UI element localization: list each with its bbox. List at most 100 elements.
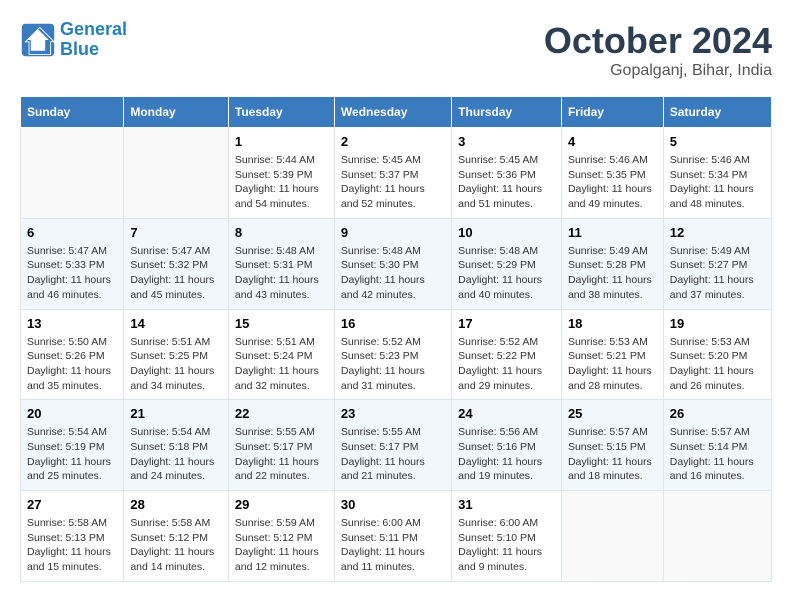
day-info: Sunrise: 5:57 AMSunset: 5:14 PMDaylight:… <box>670 425 765 484</box>
header-day-tuesday: Tuesday <box>228 97 334 128</box>
calendar-cell: 18Sunrise: 5:53 AMSunset: 5:21 PMDayligh… <box>561 309 663 400</box>
day-info: Sunrise: 5:50 AMSunset: 5:26 PMDaylight:… <box>27 335 117 394</box>
day-number: 24 <box>458 406 555 421</box>
day-info: Sunrise: 5:45 AMSunset: 5:36 PMDaylight:… <box>458 153 555 212</box>
calendar-cell: 16 Sunrise: 5:52 AMSunset: 5:23 PMDayligh… <box>334 309 451 400</box>
main-title: October 2024 <box>544 20 772 62</box>
calendar-week-row: 27 Sunrise: 5:58 AMSunset: 5:13 PMDayligh… <box>21 491 772 582</box>
day-info: Sunrise: 5:53 AMSunset: 5:21 PMDaylight:… <box>568 335 657 394</box>
day-info: Sunrise: 5:58 AMSunset: 5:12 PMDaylight:… <box>130 516 222 575</box>
day-number: 29 <box>235 497 328 512</box>
calendar-cell: 1 Sunrise: 5:44 AMSunset: 5:39 PMDaylight… <box>228 128 334 219</box>
calendar-cell: 14Sunrise: 5:51 AMSunset: 5:25 PMDayligh… <box>124 309 229 400</box>
calendar-table: SundayMondayTuesdayWednesdayThursdayFrid… <box>20 96 772 582</box>
header-day-monday: Monday <box>124 97 229 128</box>
day-number: 25 <box>568 406 657 421</box>
calendar-cell <box>21 128 124 219</box>
day-number: 31 <box>458 497 555 512</box>
day-info: Sunrise: 5:56 AMSunset: 5:16 PMDaylight:… <box>458 425 555 484</box>
header-day-friday: Friday <box>561 97 663 128</box>
day-number: 19 <box>670 316 765 331</box>
day-number: 22 <box>235 406 328 421</box>
header-day-wednesday: Wednesday <box>334 97 451 128</box>
day-info: Sunrise: 5:58 AMSunset: 5:13 PMDaylight:… <box>27 516 117 575</box>
day-number: 10 <box>458 225 555 240</box>
day-info: Sunrise: 5:48 AMSunset: 5:30 PMDaylight:… <box>341 244 445 303</box>
day-number: 9 <box>341 225 445 240</box>
day-info: Sunrise: 5:54 AMSunset: 5:19 PMDaylight:… <box>27 425 117 484</box>
day-number: 30 <box>341 497 445 512</box>
day-number: 13 <box>27 316 117 331</box>
day-info: Sunrise: 5:48 AMSunset: 5:29 PMDaylight:… <box>458 244 555 303</box>
day-info: Sunrise: 5:52 AMSunset: 5:23 PMDaylight:… <box>341 335 445 394</box>
day-number: 27 <box>27 497 117 512</box>
logo: General Blue <box>20 20 127 60</box>
calendar-cell: 22 Sunrise: 5:55 AMSunset: 5:17 PMDayligh… <box>228 400 334 491</box>
calendar-cell: 17 Sunrise: 5:52 AMSunset: 5:22 PMDayligh… <box>452 309 562 400</box>
calendar-cell: 23Sunrise: 5:55 AMSunset: 5:17 PMDayligh… <box>334 400 451 491</box>
calendar-week-row: 20 Sunrise: 5:54 AMSunset: 5:19 PMDayligh… <box>21 400 772 491</box>
day-number: 23 <box>341 406 445 421</box>
day-number: 16 <box>341 316 445 331</box>
day-number: 7 <box>130 225 222 240</box>
day-info: Sunrise: 5:49 AMSunset: 5:27 PMDaylight:… <box>670 244 765 303</box>
calendar-cell: 25Sunrise: 5:57 AMSunset: 5:15 PMDayligh… <box>561 400 663 491</box>
calendar-cell: 28 Sunrise: 5:58 AMSunset: 5:12 PMDayligh… <box>124 491 229 582</box>
day-number: 12 <box>670 225 765 240</box>
day-info: Sunrise: 5:51 AMSunset: 5:25 PMDaylight:… <box>130 335 222 394</box>
logo-text: General Blue <box>60 20 127 60</box>
day-info: Sunrise: 5:49 AMSunset: 5:28 PMDaylight:… <box>568 244 657 303</box>
day-info: Sunrise: 5:46 AMSunset: 5:35 PMDaylight:… <box>568 153 657 212</box>
header-day-thursday: Thursday <box>452 97 562 128</box>
day-number: 1 <box>235 134 328 149</box>
calendar-cell <box>124 128 229 219</box>
header-day-sunday: Sunday <box>21 97 124 128</box>
calendar-cell: 26 Sunrise: 5:57 AMSunset: 5:14 PMDayligh… <box>663 400 771 491</box>
day-info: Sunrise: 5:55 AMSunset: 5:17 PMDaylight:… <box>235 425 328 484</box>
day-number: 11 <box>568 225 657 240</box>
day-info: Sunrise: 5:47 AMSunset: 5:32 PMDaylight:… <box>130 244 222 303</box>
day-number: 28 <box>130 497 222 512</box>
day-info: Sunrise: 6:00 AMSunset: 5:10 PMDaylight:… <box>458 516 555 575</box>
day-info: Sunrise: 5:46 AMSunset: 5:34 PMDaylight:… <box>670 153 765 212</box>
day-info: Sunrise: 5:48 AMSunset: 5:31 PMDaylight:… <box>235 244 328 303</box>
day-info: Sunrise: 5:51 AMSunset: 5:24 PMDaylight:… <box>235 335 328 394</box>
day-number: 17 <box>458 316 555 331</box>
calendar-cell: 12 Sunrise: 5:49 AMSunset: 5:27 PMDayligh… <box>663 218 771 309</box>
day-number: 26 <box>670 406 765 421</box>
day-number: 21 <box>130 406 222 421</box>
day-info: Sunrise: 5:44 AMSunset: 5:39 PMDaylight:… <box>235 153 328 212</box>
day-number: 2 <box>341 134 445 149</box>
calendar-cell: 19 Sunrise: 5:53 AMSunset: 5:20 PMDayligh… <box>663 309 771 400</box>
calendar-cell: 24 Sunrise: 5:56 AMSunset: 5:16 PMDayligh… <box>452 400 562 491</box>
day-info: Sunrise: 6:00 AMSunset: 5:11 PMDaylight:… <box>341 516 445 575</box>
day-info: Sunrise: 5:47 AMSunset: 5:33 PMDaylight:… <box>27 244 117 303</box>
day-info: Sunrise: 5:53 AMSunset: 5:20 PMDaylight:… <box>670 335 765 394</box>
subtitle: Gopalganj, Bihar, India <box>544 62 772 80</box>
calendar-week-row: 13 Sunrise: 5:50 AMSunset: 5:26 PMDayligh… <box>21 309 772 400</box>
calendar-cell: 9 Sunrise: 5:48 AMSunset: 5:30 PMDaylight… <box>334 218 451 309</box>
logo-icon <box>20 22 56 58</box>
day-number: 20 <box>27 406 117 421</box>
title-section: October 2024 Gopalganj, Bihar, India <box>544 20 772 80</box>
calendar-cell: 30 Sunrise: 6:00 AMSunset: 5:11 PMDayligh… <box>334 491 451 582</box>
header-day-saturday: Saturday <box>663 97 771 128</box>
day-number: 5 <box>670 134 765 149</box>
calendar-cell: 6Sunrise: 5:47 AMSunset: 5:33 PMDaylight… <box>21 218 124 309</box>
calendar-cell: 7 Sunrise: 5:47 AMSunset: 5:32 PMDaylight… <box>124 218 229 309</box>
calendar-cell: 27 Sunrise: 5:58 AMSunset: 5:13 PMDayligh… <box>21 491 124 582</box>
calendar-header-row: SundayMondayTuesdayWednesdayThursdayFrid… <box>21 97 772 128</box>
day-number: 3 <box>458 134 555 149</box>
day-info: Sunrise: 5:54 AMSunset: 5:18 PMDaylight:… <box>130 425 222 484</box>
calendar-week-row: 6Sunrise: 5:47 AMSunset: 5:33 PMDaylight… <box>21 218 772 309</box>
calendar-cell: 13 Sunrise: 5:50 AMSunset: 5:26 PMDayligh… <box>21 309 124 400</box>
calendar-cell: 20 Sunrise: 5:54 AMSunset: 5:19 PMDayligh… <box>21 400 124 491</box>
day-number: 8 <box>235 225 328 240</box>
calendar-cell: 10 Sunrise: 5:48 AMSunset: 5:29 PMDayligh… <box>452 218 562 309</box>
day-info: Sunrise: 5:52 AMSunset: 5:22 PMDaylight:… <box>458 335 555 394</box>
calendar-cell: 4Sunrise: 5:46 AMSunset: 5:35 PMDaylight… <box>561 128 663 219</box>
calendar-cell <box>663 491 771 582</box>
calendar-cell: 8 Sunrise: 5:48 AMSunset: 5:31 PMDaylight… <box>228 218 334 309</box>
calendar-week-row: 1 Sunrise: 5:44 AMSunset: 5:39 PMDaylight… <box>21 128 772 219</box>
day-number: 15 <box>235 316 328 331</box>
